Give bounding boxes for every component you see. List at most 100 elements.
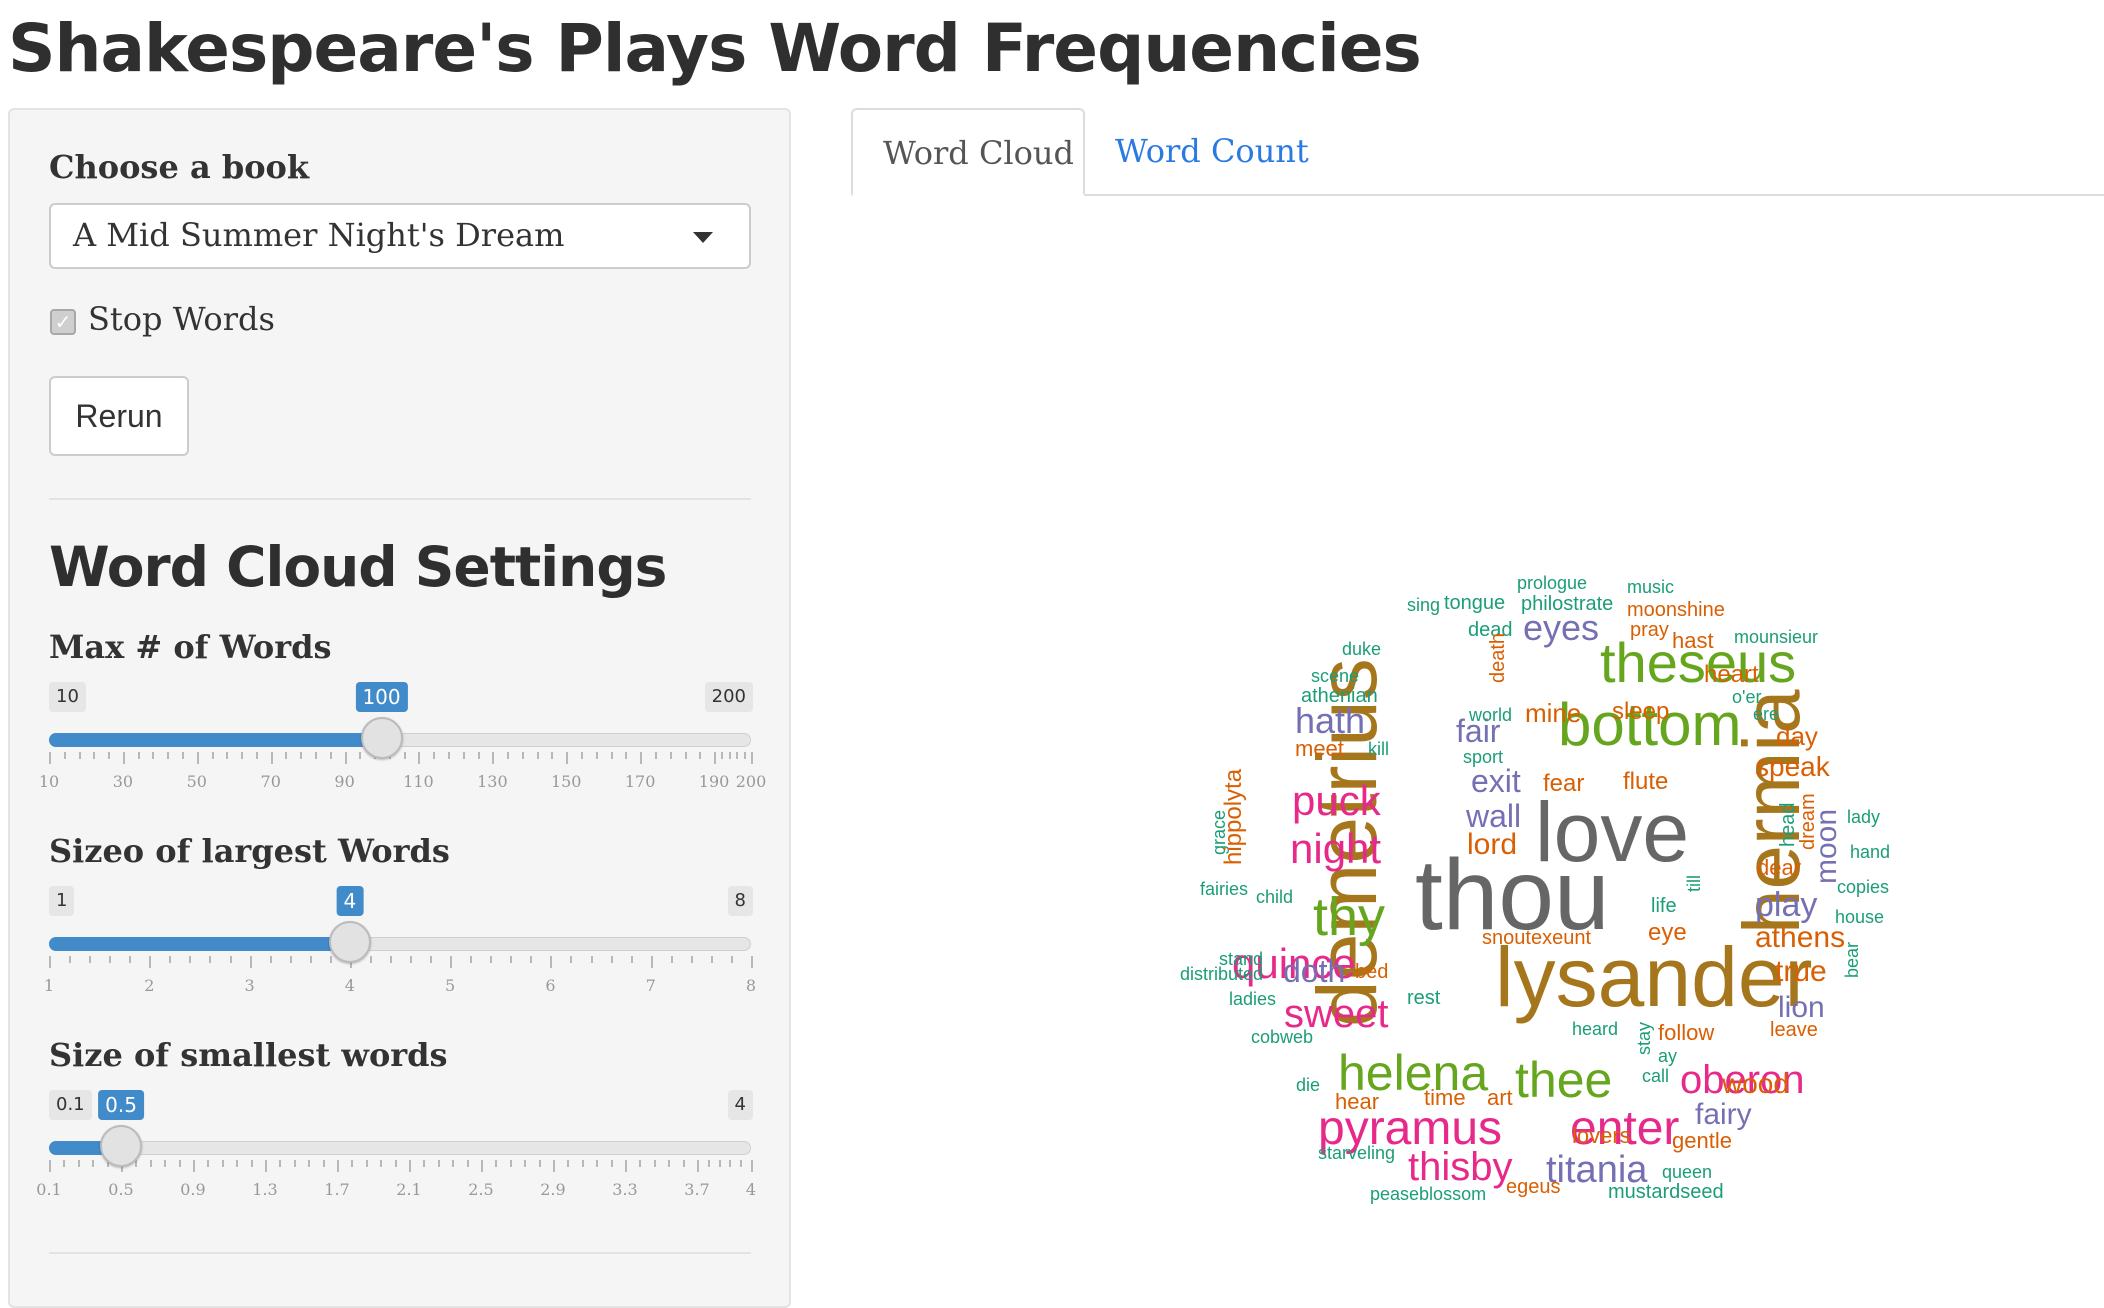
slider-minor-tick — [610, 1160, 613, 1167]
cloud-word: stay — [1634, 1022, 1654, 1056]
slider-tick-label: 4 — [745, 1180, 757, 1199]
cloud-word: thee — [1515, 1052, 1613, 1108]
cloud-word: day — [1776, 721, 1818, 751]
cloud-word: world — [1469, 705, 1513, 725]
slider-handle[interactable] — [328, 921, 371, 963]
slider-max-label: 4 — [727, 1090, 753, 1120]
slider-minor-tick — [211, 752, 214, 759]
slider-tick-label: 1.3 — [252, 1180, 278, 1199]
smallest-size-slider[interactable]: 0.1 4 0.5 0.1 0.5 0.9 1.3 1.7 2.1 2.5 2.9 3.3 3.7 4 — [36, 1090, 757, 1240]
cloud-word: exeunt — [1531, 927, 1592, 949]
tab-word-count[interactable]: Word Count — [1085, 108, 1339, 196]
cloud-word: thisby — [1408, 1145, 1513, 1189]
largest-size-slider[interactable]: 1 8 4 1 2 3 4 5 6 7 8 — [44, 886, 757, 1036]
book-select[interactable]: A Mid Summer Night's Dream — [49, 203, 751, 269]
smallest-size-label: Size of smallest words — [49, 1036, 448, 1074]
slider-minor-tick — [430, 956, 433, 963]
slider-major-tick — [566, 752, 569, 764]
slider-track[interactable] — [49, 1141, 751, 1155]
slider-minor-tick — [394, 1160, 397, 1167]
cloud-word: till — [1684, 875, 1704, 893]
cloud-word: speak — [1755, 751, 1830, 782]
slider-minor-tick — [682, 1160, 685, 1167]
slider-value-label: 0.5 — [98, 1090, 144, 1120]
cloud-word: hath — [1295, 700, 1366, 741]
divider — [49, 1252, 751, 1254]
slider-minor-tick — [581, 752, 584, 759]
slider-major-tick — [450, 956, 453, 968]
slider-tick-label: 200 — [735, 772, 767, 791]
slider-major-tick — [481, 1160, 483, 1172]
slider-minor-tick — [477, 752, 480, 759]
cloud-word: mounsieur — [1734, 627, 1819, 647]
cloud-word: head — [1777, 802, 1799, 848]
cloud-word: sleep — [1612, 698, 1670, 725]
cloud-word: die — [1296, 1075, 1321, 1095]
slider-tick-label: 170 — [624, 772, 656, 791]
slider-minor-tick — [690, 956, 693, 963]
cloud-word: distributed — [1180, 964, 1264, 984]
slider-minor-tick — [77, 1160, 80, 1167]
stopwords-checkbox[interactable]: ✓ — [50, 309, 76, 335]
slider-major-tick — [640, 752, 643, 764]
sidebar-panel: Choose a book A Mid Summer Night's Dream… — [8, 108, 791, 1308]
slider-minor-tick — [269, 956, 272, 963]
slider-minor-tick — [740, 1160, 743, 1167]
cloud-word: lady — [1847, 807, 1881, 827]
slider-minor-tick — [729, 1160, 732, 1167]
slider-major-tick — [550, 956, 553, 968]
cloud-word: bed — [1355, 961, 1389, 983]
slider-minor-tick — [109, 956, 112, 963]
slider-minor-tick — [423, 1160, 426, 1167]
slider-minor-tick — [89, 956, 92, 963]
cloud-word: leave — [1770, 1019, 1818, 1041]
slider-major-tick — [650, 956, 653, 968]
slider-minor-tick — [365, 1160, 368, 1167]
slider-major-tick — [624, 1160, 627, 1172]
slider-tick-label: 2 — [144, 976, 155, 995]
slider-minor-tick — [78, 752, 81, 759]
max-words-slider[interactable]: 10 200 100 10 30 50 70 90 110 130 150 170 190 200 — [39, 682, 766, 832]
slider-major-tick — [408, 1160, 411, 1172]
slider-tick-label: 8 — [745, 976, 757, 995]
slider-max-label: 8 — [727, 886, 753, 916]
slider-handle[interactable] — [360, 717, 403, 759]
slider-minor-tick — [229, 956, 232, 963]
slider-minor-tick — [63, 1160, 66, 1167]
slider-minor-tick — [209, 956, 212, 963]
chevron-down-icon — [693, 232, 713, 243]
slider-minor-tick — [410, 956, 413, 963]
slider-minor-tick — [630, 956, 633, 963]
cloud-word: wood — [1722, 1068, 1789, 1099]
cloud-word: lord — [1467, 828, 1518, 861]
cloud-word: play — [1755, 886, 1818, 924]
slider-minor-tick — [736, 752, 739, 759]
cloud-word: sport — [1463, 747, 1504, 767]
slider-tick-label: 50 — [186, 772, 207, 791]
tab-bar: Word Cloud Word Count — [851, 108, 2104, 196]
slider-min-label: 0.1 — [49, 1090, 92, 1120]
slider-minor-tick — [707, 1160, 710, 1167]
cloud-word: exit — [1471, 763, 1521, 799]
slider-major-tick — [751, 1160, 753, 1172]
slider-minor-tick — [490, 956, 493, 963]
slider-minor-tick — [241, 752, 244, 759]
cloud-word: love — [1535, 785, 1690, 879]
slider-handle[interactable] — [100, 1125, 143, 1167]
cloud-word: fairy — [1695, 1098, 1752, 1131]
slider-minor-tick — [403, 752, 406, 759]
cloud-word: scene — [1311, 666, 1360, 686]
slider-tick-label: 90 — [334, 772, 355, 791]
slider-major-tick — [49, 752, 51, 764]
slider-minor-tick — [581, 1160, 584, 1167]
slider-minor-tick — [625, 752, 628, 759]
slider-minor-tick — [359, 752, 362, 759]
slider-tick-label: 1.7 — [324, 1180, 350, 1199]
slider-major-tick — [492, 752, 495, 764]
slider-major-tick — [418, 752, 421, 764]
rerun-button[interactable]: Rerun — [49, 376, 189, 456]
slider-minor-tick — [596, 1160, 599, 1167]
tab-word-cloud[interactable]: Word Cloud — [851, 108, 1085, 196]
slider-minor-tick — [293, 1160, 296, 1167]
cloud-word: heart — [1704, 661, 1759, 688]
